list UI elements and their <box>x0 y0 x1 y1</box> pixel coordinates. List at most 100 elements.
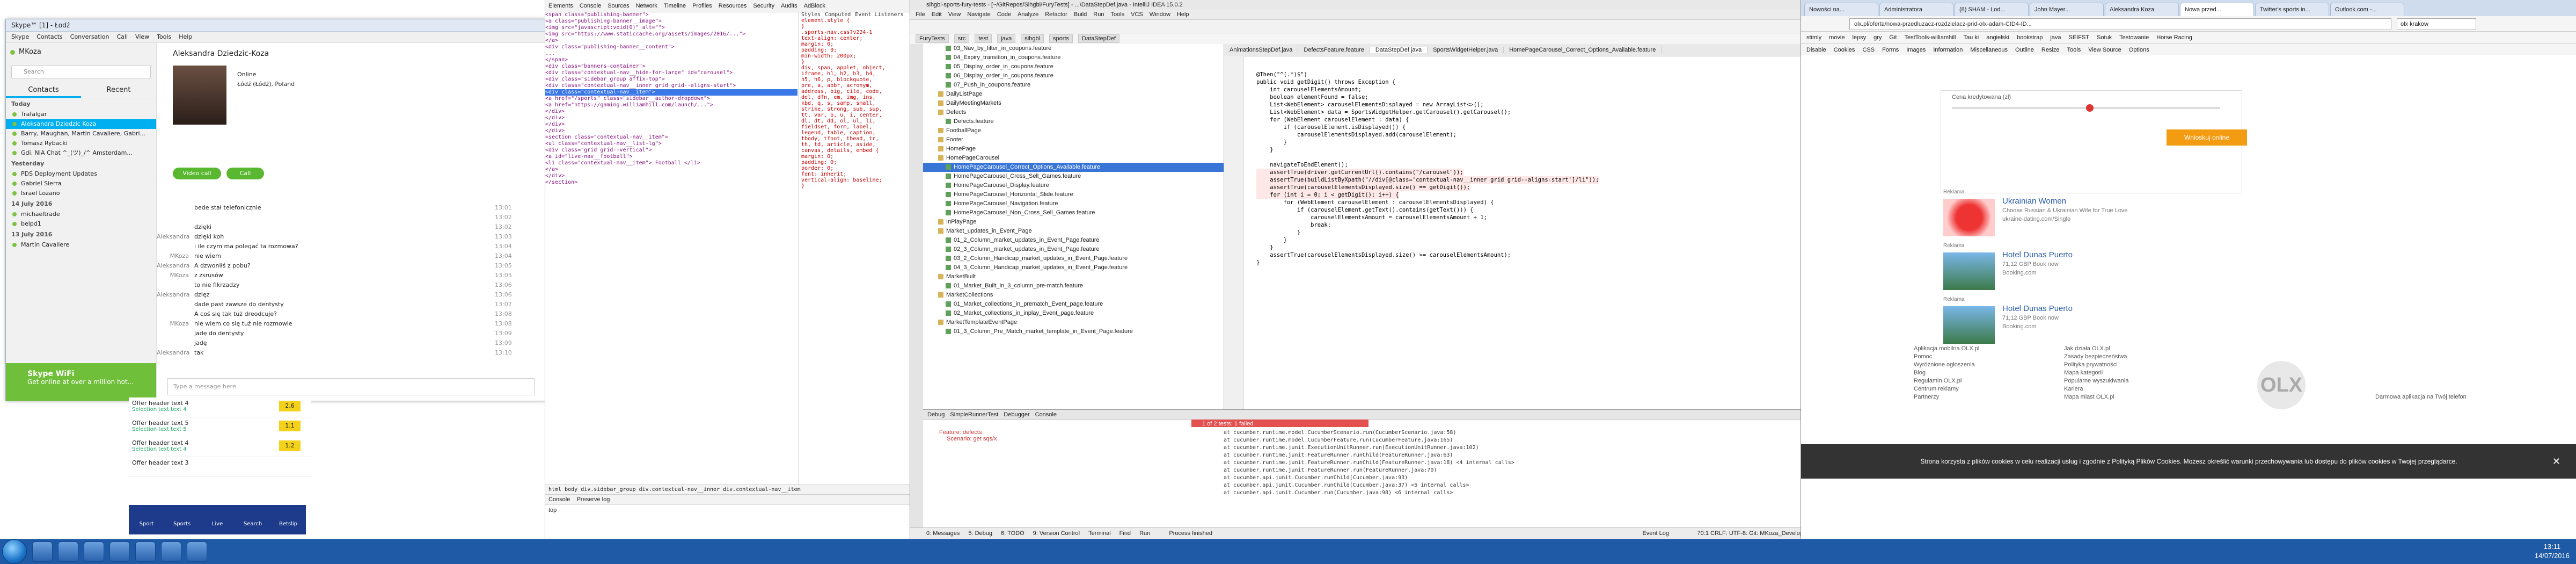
browser-tab[interactable]: Twitter's sports in... <box>2255 3 2329 16</box>
devtools-tab[interactable]: Sources <box>608 3 629 9</box>
footer-link[interactable]: Zasady bezpieczeństwa <box>2064 353 2128 361</box>
browser-tab[interactable]: Nowości na... <box>1804 3 1878 16</box>
preserve-log-checkbox[interactable]: Preserve log <box>577 496 610 503</box>
dom-node-line[interactable]: <div class="contextual-nav__inner grid g… <box>545 83 797 89</box>
offer-row[interactable]: Offer header text 4 Selection text text 4… <box>129 397 311 417</box>
contact-item[interactable]: Israel Lozano <box>6 189 156 198</box>
dev-toolbar-item[interactable]: Forms <box>1882 47 1899 53</box>
tool-window-tab[interactable]: 9: Version Control <box>1033 530 1080 537</box>
folder-item[interactable]: DailyMeetingMarkets <box>923 99 1224 108</box>
file-item[interactable]: 04_Expiry_transition_in_coupons.feature <box>923 53 1224 62</box>
stacktrace-line[interactable]: at cucumber.runtime.junit.FeatureRunner.… <box>1224 459 1760 467</box>
dom-node-line[interactable]: <img src="javascript:void(0)" alt=""> <box>545 25 797 31</box>
dom-node-line[interactable]: <a href="/sports" class="sidebar__author… <box>545 96 797 102</box>
file-item[interactable]: 01_Market_collections_in_prematch_Event_… <box>923 300 1224 309</box>
file-item[interactable]: Defects.feature <box>923 117 1224 126</box>
bookmark-item[interactable]: bookstrap <box>2017 34 2043 41</box>
menu-item[interactable]: Tools <box>1110 11 1124 18</box>
dom-node-line[interactable]: <a href="https://gaming.williamhill.com/… <box>545 102 797 109</box>
bookmark-item[interactable]: TestTools-williamhill <box>1904 34 1956 41</box>
dev-toolbar-item[interactable]: Tools <box>2067 47 2081 53</box>
stacktrace-line[interactable]: at cucumber.runtime.junit.FeatureRunner.… <box>1224 452 1760 459</box>
footer-link[interactable]: Wyróżnione ogłoszenia <box>1914 361 1979 369</box>
dev-toolbar-item[interactable]: Disable <box>1806 47 1826 53</box>
dom-node-line[interactable]: <div class="sidebar_group affix-top"> <box>545 76 797 83</box>
contact-item-selected[interactable]: Aleksandra Dziedzic Koza <box>6 119 156 129</box>
breadcrumb-item[interactable]: DataStepDef <box>1078 34 1119 43</box>
offer-row[interactable]: Offer header text 5 Selection text text 5… <box>129 417 311 437</box>
tool-window-tab[interactable]: 6: TODO <box>1001 530 1024 537</box>
file-item[interactable]: 06_Display_order_in_coupons.feature <box>923 71 1224 81</box>
dom-node-line[interactable]: <div class="publishing-banner__content"> <box>545 44 797 50</box>
footer-link[interactable]: Centrum reklamy <box>1914 385 1979 393</box>
breadcrumb-item[interactable]: sihgbl <box>1021 34 1044 43</box>
devtools-tab[interactable]: Network <box>636 3 657 9</box>
footer-link[interactable]: Mapa kategorii <box>2064 369 2128 377</box>
run-subtab[interactable]: Console <box>1035 411 1057 418</box>
folder-item[interactable]: MarketCollections <box>923 291 1224 300</box>
menu-item[interactable]: Run <box>1093 11 1104 18</box>
dom-node-line[interactable]: </a> <box>545 167 797 173</box>
dom-node-line[interactable]: </div> <box>545 128 797 134</box>
tool-window-tab[interactable]: Terminal <box>1088 530 1111 537</box>
devtools-tab[interactable]: Audits <box>781 3 797 9</box>
stacktrace-line[interactable]: at cucumber.api.junit.Cucumber.runChild(… <box>1224 474 1760 482</box>
offer-row[interactable]: Offer header text 3 <box>129 457 311 477</box>
tab-recent[interactable]: Recent <box>81 83 156 98</box>
skype-wifi-banner[interactable]: Skype WiFi Get online at over a million … <box>6 363 156 401</box>
breadcrumb-item[interactable]: FuryTests <box>916 34 949 43</box>
tool-window-tab[interactable]: Run <box>1139 530 1150 537</box>
menu-item[interactable]: File <box>916 11 925 18</box>
editor-tab[interactable]: SportsWidgetHelper.java <box>1428 47 1504 53</box>
bottom-nav-item[interactable]: Sport <box>129 505 164 534</box>
menu-item[interactable]: Skype <box>11 33 29 40</box>
editor-tab[interactable]: HomePageCarousel_Correct_Options_Availab… <box>1504 47 1662 53</box>
dom-node-line[interactable]: </div> <box>545 115 797 121</box>
dom-node-line[interactable]: </span> <box>545 57 797 63</box>
close-icon[interactable]: ✕ <box>2552 444 2560 479</box>
browser-tab[interactable]: Outlook.com -... <box>2330 3 2404 16</box>
contact-item[interactable]: Barry, Maughan, Martin Cavaliere, Gabri.… <box>6 129 156 139</box>
ad-title[interactable]: Ukrainian Women <box>2002 197 2066 206</box>
test-node[interactable]: Feature: defects <box>939 429 1191 436</box>
stacktrace-line[interactable]: at cucumber.runtime.junit.FeatureRunner.… <box>1224 467 1760 474</box>
stacktrace-line[interactable]: at cucumber.api.junit.Cucumber.runChild(… <box>1224 482 1760 489</box>
dom-node-line[interactable]: <div class="contextual-nav__hide-for-lar… <box>545 70 797 76</box>
breadcrumb-item[interactable]: sports <box>1049 34 1073 43</box>
loan-slider[interactable] <box>1952 104 2220 112</box>
footer-link[interactable]: Pomoc <box>1914 353 1979 361</box>
offer-row[interactable]: Offer header text 4 Selection text text 4… <box>129 437 311 457</box>
run-subtab[interactable]: Debugger <box>1004 411 1029 418</box>
menu-item[interactable]: VCS <box>1131 11 1143 18</box>
file-item[interactable]: 03_Nav_by_filter_in_coupons.feature <box>923 44 1224 53</box>
bookmark-item[interactable]: java <box>2050 34 2061 41</box>
file-item[interactable]: HomePageCarousel_Horizontal_Slide.featur… <box>923 190 1224 199</box>
file-item[interactable]: HomePageCarousel_Display.feature <box>923 181 1224 190</box>
skype-icon[interactable] <box>109 541 130 562</box>
bookmark-item[interactable]: angielski <box>1986 34 2009 41</box>
video-call-button[interactable]: Video call <box>173 168 221 179</box>
terminal-icon[interactable] <box>161 541 181 562</box>
menu-item[interactable]: Help <box>179 33 192 40</box>
folder-item[interactable]: Market_updates_in_Event_Page <box>923 227 1224 236</box>
bookmark-item[interactable]: movie <box>1829 34 1845 41</box>
browser-tab[interactable]: Administratora <box>1879 3 1953 16</box>
breadcrumb-item[interactable]: src <box>954 34 970 43</box>
file-item[interactable]: 02_3_Column_market_updates_in_Event_Page… <box>923 245 1224 254</box>
dom-node-line[interactable]: </section> <box>545 179 797 186</box>
dev-toolbar-item[interactable]: Cookies <box>1834 47 1855 53</box>
menu-item[interactable]: Window <box>1150 11 1170 18</box>
dev-toolbar-item[interactable]: Resize <box>2041 47 2060 53</box>
stacktrace-line[interactable]: at cucumber.api.junit.Cucumber.run(Cucum… <box>1224 489 1760 497</box>
bookmark-item[interactable]: Sotuk <box>2097 34 2112 41</box>
event-log-button[interactable]: Event Log <box>1642 528 1669 539</box>
contact-item[interactable]: Gdi. NIA Chat ^_(ツ)_/^ Amsterdam... <box>6 148 156 158</box>
file-item[interactable]: 03_2_Column_Handicap_market_updates_in_E… <box>923 254 1224 263</box>
start-button[interactable] <box>2 539 27 564</box>
contact-item[interactable]: belpd1 <box>6 219 156 229</box>
bottom-nav-item[interactable]: Search <box>235 505 270 534</box>
browser-tab[interactable]: Nowa przed... <box>2180 3 2254 16</box>
dom-node-line[interactable]: <span class="publishing-banner"> <box>545 12 797 18</box>
menu-item[interactable]: Edit <box>932 11 942 18</box>
tool-window-tab[interactable]: 0: Messages <box>926 530 960 537</box>
